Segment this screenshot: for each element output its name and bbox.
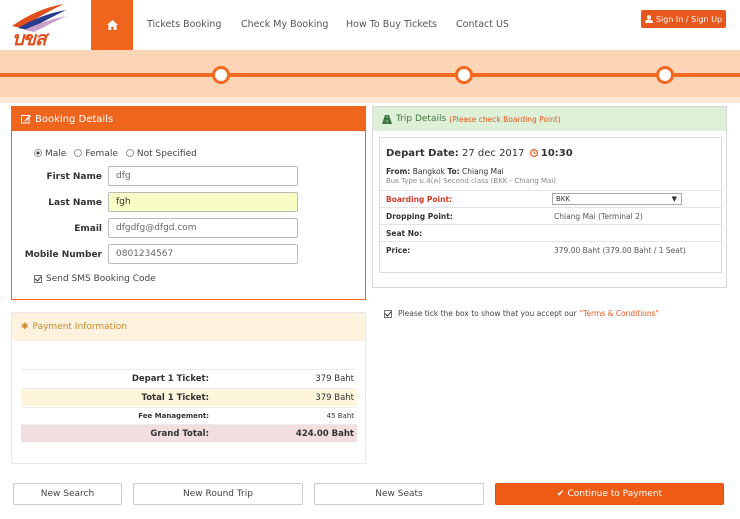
gender-not-specified-label: Not Specified <box>136 149 197 159</box>
payment-label: Grand Total: <box>150 429 209 439</box>
boarding-row: Boarding Point: BKK ▼ <box>380 190 721 207</box>
progress-step-3 <box>656 66 674 84</box>
payment-label: Total 1 Ticket: <box>141 393 209 403</box>
new-round-trip-button[interactable]: New Round Trip <box>133 483 303 505</box>
radio-selected-icon <box>34 149 42 157</box>
booking-details-panel: Booking Details Male Female Not Specifie… <box>11 106 366 300</box>
boarding-value: BKK <box>556 195 570 203</box>
home-icon <box>106 20 118 30</box>
seat-label: Seat No: <box>386 229 423 238</box>
price-row: Price: 379.00 Baht (379.00 Baht / 1 Seat… <box>380 241 721 258</box>
payment-label: Fee Management: <box>138 412 209 420</box>
top-header: บขส Tickets Booking Check My Booking How… <box>0 0 740 50</box>
sms-checkbox-row[interactable]: Send SMS Booking Code <box>34 274 156 284</box>
radio-empty-icon <box>125 149 134 157</box>
payment-row-fee: Fee Management: 45 Baht <box>21 407 357 425</box>
trip-details-note: (Please check Boarding Point) <box>449 114 561 124</box>
terms-row: Please tick the box to show that you acc… <box>384 309 659 318</box>
gender-female-label: Female <box>85 149 118 159</box>
booking-details-title: Booking Details <box>35 113 114 125</box>
first-name-label: First Name <box>46 172 102 182</box>
payment-info-panel: ✱ Payment Information Depart 1 Ticket: 3… <box>11 312 366 464</box>
to-value: Chiang Mai <box>462 167 504 176</box>
edit-icon <box>21 115 31 124</box>
trip-details-panel: Trip Details (Please check Boarding Poin… <box>372 106 727 288</box>
sms-label: Send SMS Booking Code <box>46 274 156 284</box>
terms-text: Please tick the box to show that you acc… <box>398 309 577 318</box>
depart-time: 10:30 <box>540 148 573 159</box>
new-seats-button[interactable]: New Seats <box>314 483 484 505</box>
payment-row-grand-total: Grand Total: 424.00 Baht <box>21 424 357 442</box>
home-tab[interactable] <box>91 0 133 50</box>
nav-tickets-booking[interactable]: Tickets Booking <box>147 19 221 30</box>
check-icon: ✔ <box>556 489 565 499</box>
price-value: 379.00 Baht (379.00 Baht / 1 Seat) <box>554 246 686 255</box>
bus-type: Bus Type ม.4(ค) Second class (BKK - Chia… <box>386 177 557 185</box>
last-name-label: Last Name <box>48 198 102 208</box>
payment-value: 424.00 Baht <box>295 429 354 439</box>
depart-line: Depart Date: 27 dec 2017 10:30 <box>386 148 573 159</box>
signin-button[interactable]: Sign In / Sign Up <box>641 10 726 28</box>
trip-details-header: Trip Details (Please check Boarding Poin… <box>373 107 726 131</box>
payment-row-total: Total 1 Ticket: 379 Baht <box>21 388 357 406</box>
progress-step-2 <box>455 66 473 84</box>
gender-radio-group: Male Female Not Specified <box>34 149 197 159</box>
nav-check-my-booking[interactable]: Check My Booking <box>241 19 328 30</box>
clock-icon <box>529 148 538 158</box>
terms-link[interactable]: "Terms & Conditions" <box>580 309 659 318</box>
dropping-row: Dropping Point: Chiang Mai (Terminal 2) <box>380 207 721 224</box>
gender-male-label: Male <box>45 149 67 159</box>
depart-date: 27 dec 2017 <box>461 148 525 159</box>
payment-info-header: ✱ Payment Information <box>12 313 365 341</box>
depart-label: Depart Date: <box>386 148 459 159</box>
gender-female-option[interactable]: Female <box>74 149 118 159</box>
progress-step-1 <box>212 66 230 84</box>
continue-label: Continue to Payment <box>567 489 663 499</box>
trip-details-box: Depart Date: 27 dec 2017 10:30 From: Ban… <box>379 137 722 273</box>
checkbox-checked-icon[interactable] <box>34 275 42 283</box>
gender-male-option[interactable]: Male <box>34 149 66 159</box>
email-label: Email <box>74 224 102 234</box>
payment-row-depart: Depart 1 Ticket: 379 Baht <box>21 369 357 387</box>
brand-logo[interactable]: บขส <box>8 2 68 50</box>
payment-info-title: Payment Information <box>32 322 127 332</box>
payment-value: 379 Baht <box>315 393 354 403</box>
payment-value: 379 Baht <box>315 374 354 384</box>
booking-details-header: Booking Details <box>12 107 365 131</box>
payment-value: 45 Baht <box>326 412 354 420</box>
trip-details-title: Trip Details <box>396 114 447 124</box>
price-label: Price: <box>386 246 411 255</box>
gear-icon: ✱ <box>21 322 29 332</box>
new-search-button[interactable]: New Search <box>13 483 122 505</box>
terms-checkbox[interactable] <box>384 309 392 318</box>
user-icon <box>644 15 653 23</box>
boarding-label: Boarding Point: <box>386 195 453 204</box>
payment-label: Depart 1 Ticket: <box>131 374 209 384</box>
first-name-input[interactable]: dfg <box>108 166 298 186</box>
gender-not-specified-option[interactable]: Not Specified <box>125 149 197 159</box>
chevron-down-icon: ▼ <box>671 195 677 203</box>
radio-empty-icon <box>74 149 83 157</box>
progress-line <box>0 73 740 77</box>
continue-to-payment-button[interactable]: ✔ Continue to Payment <box>495 483 724 505</box>
road-icon <box>382 114 392 124</box>
route-line: From: Bangkok To: Chiang Mai <box>386 167 504 176</box>
nav-how-to-buy[interactable]: How To Buy Tickets <box>346 19 437 30</box>
from-value: Bangkok <box>412 167 445 176</box>
last-name-input[interactable]: fgh <box>108 192 298 212</box>
email-input[interactable]: dfgdfg@dfgd.com <box>108 218 298 238</box>
seat-row: Seat No: <box>380 224 721 241</box>
dropping-label: Dropping Point: <box>386 212 453 221</box>
signin-label: Sign In / Sign Up <box>655 14 723 24</box>
dropping-value: Chiang Mai (Terminal 2) <box>554 212 643 221</box>
from-label: From: <box>386 167 411 176</box>
to-label: To: <box>447 167 460 176</box>
mobile-label: Mobile Number <box>24 250 102 260</box>
boarding-select[interactable]: BKK ▼ <box>552 193 682 205</box>
mobile-input[interactable]: 0801234567 <box>108 244 298 264</box>
nav-contact-us[interactable]: Contact US <box>456 19 509 30</box>
